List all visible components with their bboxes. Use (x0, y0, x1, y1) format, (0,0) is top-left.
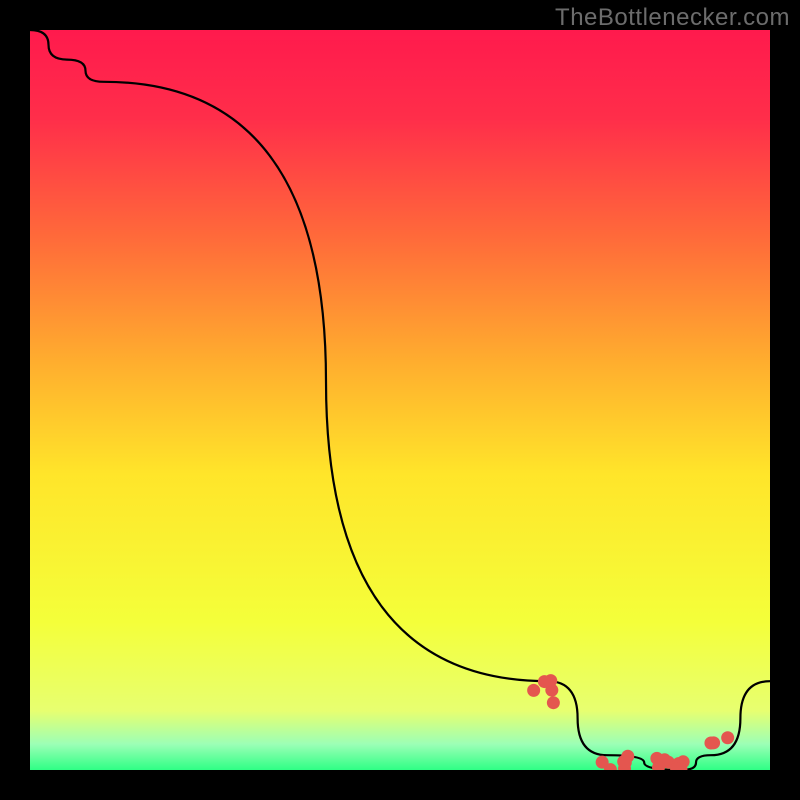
chart-plot-area (30, 30, 770, 770)
data-dot (596, 756, 609, 769)
data-dot (619, 756, 632, 769)
chart-svg (30, 30, 770, 770)
watermark-text: TheBottlenecker.com (555, 4, 790, 32)
data-dot (547, 696, 560, 709)
data-dot (527, 684, 540, 697)
gradient-background (30, 30, 770, 770)
data-dot (704, 736, 717, 749)
chart-stage: TheBottlenecker.com (0, 0, 800, 800)
data-dot (538, 675, 551, 688)
data-dot (721, 731, 734, 744)
